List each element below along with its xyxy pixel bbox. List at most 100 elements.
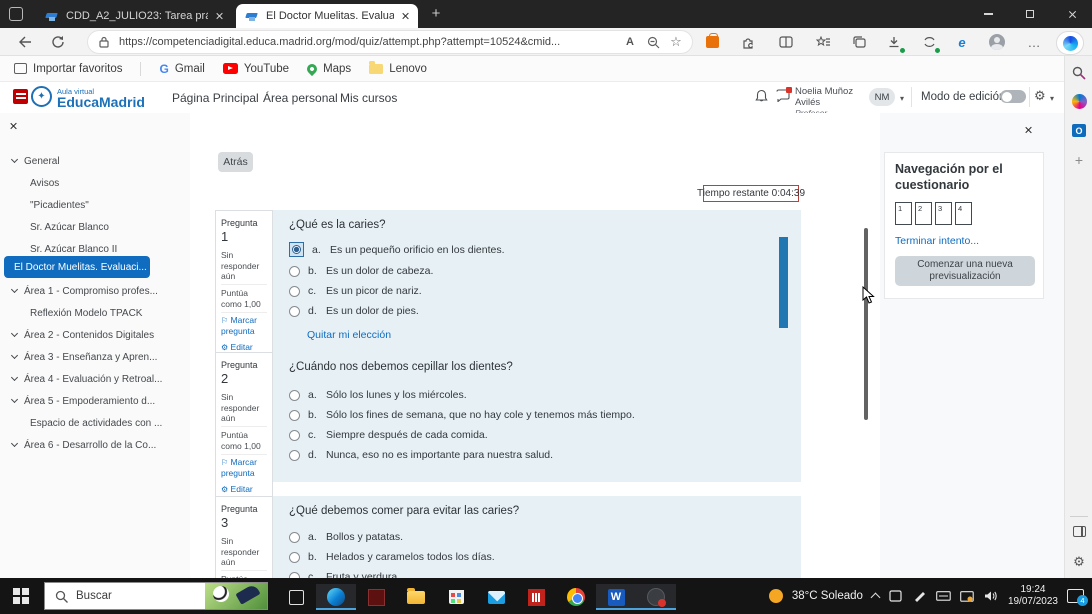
radio[interactable] [289, 551, 300, 563]
answer-option[interactable]: b. Helados y caramelos todos los días. [289, 551, 785, 563]
sidebar-item-area-6[interactable]: Área 6 - Desarrollo de la Co... [0, 437, 188, 453]
answer-option[interactable]: b. Sólo los fines de semana, que no hay … [289, 409, 785, 421]
radio[interactable] [289, 429, 300, 441]
clear-choice-link[interactable]: Quitar mi elección [307, 329, 785, 341]
tray-keyboard-icon[interactable] [936, 590, 951, 603]
question-box-1[interactable]: 1 [895, 202, 912, 226]
sidebar-item-espacio-actividades[interactable]: Espacio de actividades con ... [0, 415, 188, 431]
tab-close-icon[interactable] [215, 12, 223, 20]
radio[interactable] [289, 409, 300, 421]
sidebar-item-area-3[interactable]: Área 3 - Enseñanza y Apren... [0, 349, 188, 365]
chevron-down-icon[interactable]: ▾ [900, 94, 904, 103]
new-tab-button[interactable]: + [428, 6, 444, 22]
question-box-2[interactable]: 2 [915, 202, 932, 226]
taskbar-media-icon[interactable] [636, 584, 676, 610]
question-box-3[interactable]: 3 [935, 202, 952, 226]
back-button[interactable]: Atrás [218, 152, 253, 172]
sidebar-item-sr-azucar-blanco[interactable]: Sr. Azúcar Blanco [0, 219, 188, 235]
page-scrollbar[interactable] [864, 228, 868, 420]
window-close-button[interactable] [1052, 0, 1092, 28]
window-minimize-button[interactable] [968, 0, 1008, 28]
taskbar-store-icon[interactable] [436, 584, 476, 610]
weather-sun-icon[interactable] [768, 589, 783, 603]
answer-option[interactable]: a. Es un pequeño orificio en los dientes… [289, 242, 785, 257]
answer-option[interactable]: d. Nunca, eso no es importante para nues… [289, 449, 785, 461]
start-new-preview-button[interactable]: Comenzar una nueva previsualización [895, 256, 1035, 287]
browser-tab-inactive[interactable]: CDD_A2_JULIO23: Tarea práctica [36, 4, 232, 28]
clock[interactable]: 19:24 19/07/2023 [1008, 584, 1058, 609]
import-favorites-button[interactable]: Importar favoritos [14, 63, 122, 75]
read-aloud-icon[interactable]: A [622, 34, 638, 50]
extensions-icon[interactable] [738, 32, 758, 52]
volume-icon[interactable] [984, 590, 999, 603]
avatar[interactable]: NM [869, 88, 895, 106]
sidebar-item-area-5[interactable]: Área 5 - Empoderamiento d... [0, 393, 188, 409]
settings-ellipsis-icon[interactable]: … [1024, 32, 1044, 52]
hidden-icons-chevron[interactable] [870, 592, 881, 603]
chevron-down-icon[interactable]: ▾ [1050, 94, 1054, 103]
copilot-icon[interactable] [1065, 94, 1092, 109]
taskbar-edge-icon[interactable] [316, 584, 356, 610]
taskbar-search[interactable]: Buscar [44, 582, 268, 610]
sidebar-item-area-4[interactable]: Área 4 - Evaluación y Retroal... [0, 371, 188, 387]
favorite-lenovo[interactable]: Lenovo [369, 61, 427, 75]
refresh-icon[interactable] [48, 32, 68, 52]
taskbar-app-icon[interactable] [516, 584, 556, 610]
split-screen-icon[interactable] [776, 32, 796, 52]
task-view-button[interactable] [276, 584, 316, 610]
browser-tab-active[interactable]: El Doctor Muelitas. Evaluación fi [236, 4, 418, 28]
favorite-youtube[interactable]: YouTube [222, 63, 289, 75]
brand-title[interactable]: EducaMadrid [57, 94, 145, 110]
finish-attempt-link[interactable]: Terminar intento... [895, 235, 1033, 247]
answer-option[interactable]: a. Bollos y patatas. [289, 531, 785, 543]
ie-mode-icon[interactable]: e [952, 32, 972, 52]
sidebar-search-icon[interactable] [1065, 66, 1092, 80]
sidebar-item-picadientes[interactable]: "Picadientes" [0, 197, 188, 213]
question-scrollbar[interactable] [779, 237, 788, 328]
taskbar-explorer-icon[interactable] [396, 584, 436, 610]
notifications-bell-icon[interactable] [755, 89, 768, 103]
tab-close-icon[interactable] [401, 12, 409, 20]
answer-option[interactable]: d. Es un dolor de pies. [289, 305, 785, 317]
address-bar[interactable]: https://competenciadigital.educa.madrid.… [88, 31, 692, 53]
url-text[interactable]: https://competenciadigital.educa.madrid.… [119, 36, 615, 48]
nav-mis-cursos[interactable]: Mis cursos [340, 91, 397, 105]
radio[interactable] [289, 389, 300, 401]
favorites-star-icon[interactable]: ☆ [668, 34, 684, 50]
edit-mode-toggle[interactable] [1000, 90, 1026, 103]
radio[interactable] [289, 531, 300, 543]
sidebar-item-area-2[interactable]: Área 2 - Contenidos Digitales [0, 327, 188, 343]
messages-chat-icon[interactable] [776, 87, 792, 102]
notification-center-icon[interactable]: 4 [1067, 589, 1088, 606]
sidebar-item-el-doctor-muelitas[interactable]: El Doctor Muelitas. Evaluaci... [4, 256, 150, 278]
tray-device-icon[interactable] [888, 590, 903, 603]
taskbar-word-icon[interactable]: W [596, 584, 636, 610]
close-panel-icon[interactable] [1024, 126, 1034, 136]
sidebar-settings-gear-icon[interactable]: ⚙ [1065, 554, 1092, 570]
shopping-icon[interactable] [702, 32, 722, 52]
weather-text[interactable]: 38°C Soleado [792, 590, 863, 602]
sidebar-add-icon[interactable]: + [1065, 152, 1092, 168]
answer-option[interactable]: c. Siempre después de cada comida. [289, 429, 785, 441]
answer-option[interactable]: b. Es un dolor de cabeza. [289, 265, 785, 277]
tray-cast-icon[interactable] [960, 590, 975, 603]
header-gear-icon[interactable]: ⚙ [1034, 88, 1046, 104]
sidebar-item-area-1[interactable]: Área 1 - Compromiso profes... [0, 283, 188, 299]
flag-question-link[interactable]: ⚐ Marcar pregunta [221, 453, 267, 482]
outlook-icon[interactable]: O [1065, 124, 1092, 137]
downloads-icon[interactable] [884, 32, 906, 54]
answer-option[interactable]: c. Fruta y verdura. [289, 571, 785, 578]
profile-avatar[interactable] [987, 32, 1007, 52]
back-icon[interactable] [14, 32, 34, 52]
taskbar-chrome-icon[interactable] [556, 584, 596, 610]
zoom-icon[interactable] [645, 34, 661, 50]
radio-selected[interactable] [289, 242, 304, 257]
sidebar-panel-icon[interactable] [1065, 526, 1092, 537]
answer-option[interactable]: a. Sólo los lunes y los miércoles. [289, 389, 785, 401]
tab-actions-icon[interactable] [9, 7, 23, 21]
window-maximize-button[interactable] [1010, 0, 1050, 28]
bing-copilot-icon[interactable] [1056, 31, 1084, 55]
sidebar-item-reflexion-tpack[interactable]: Reflexión Modelo TPACK [0, 305, 188, 321]
favorite-maps[interactable]: Maps [304, 61, 351, 76]
taskbar-mail-icon[interactable] [476, 584, 516, 610]
